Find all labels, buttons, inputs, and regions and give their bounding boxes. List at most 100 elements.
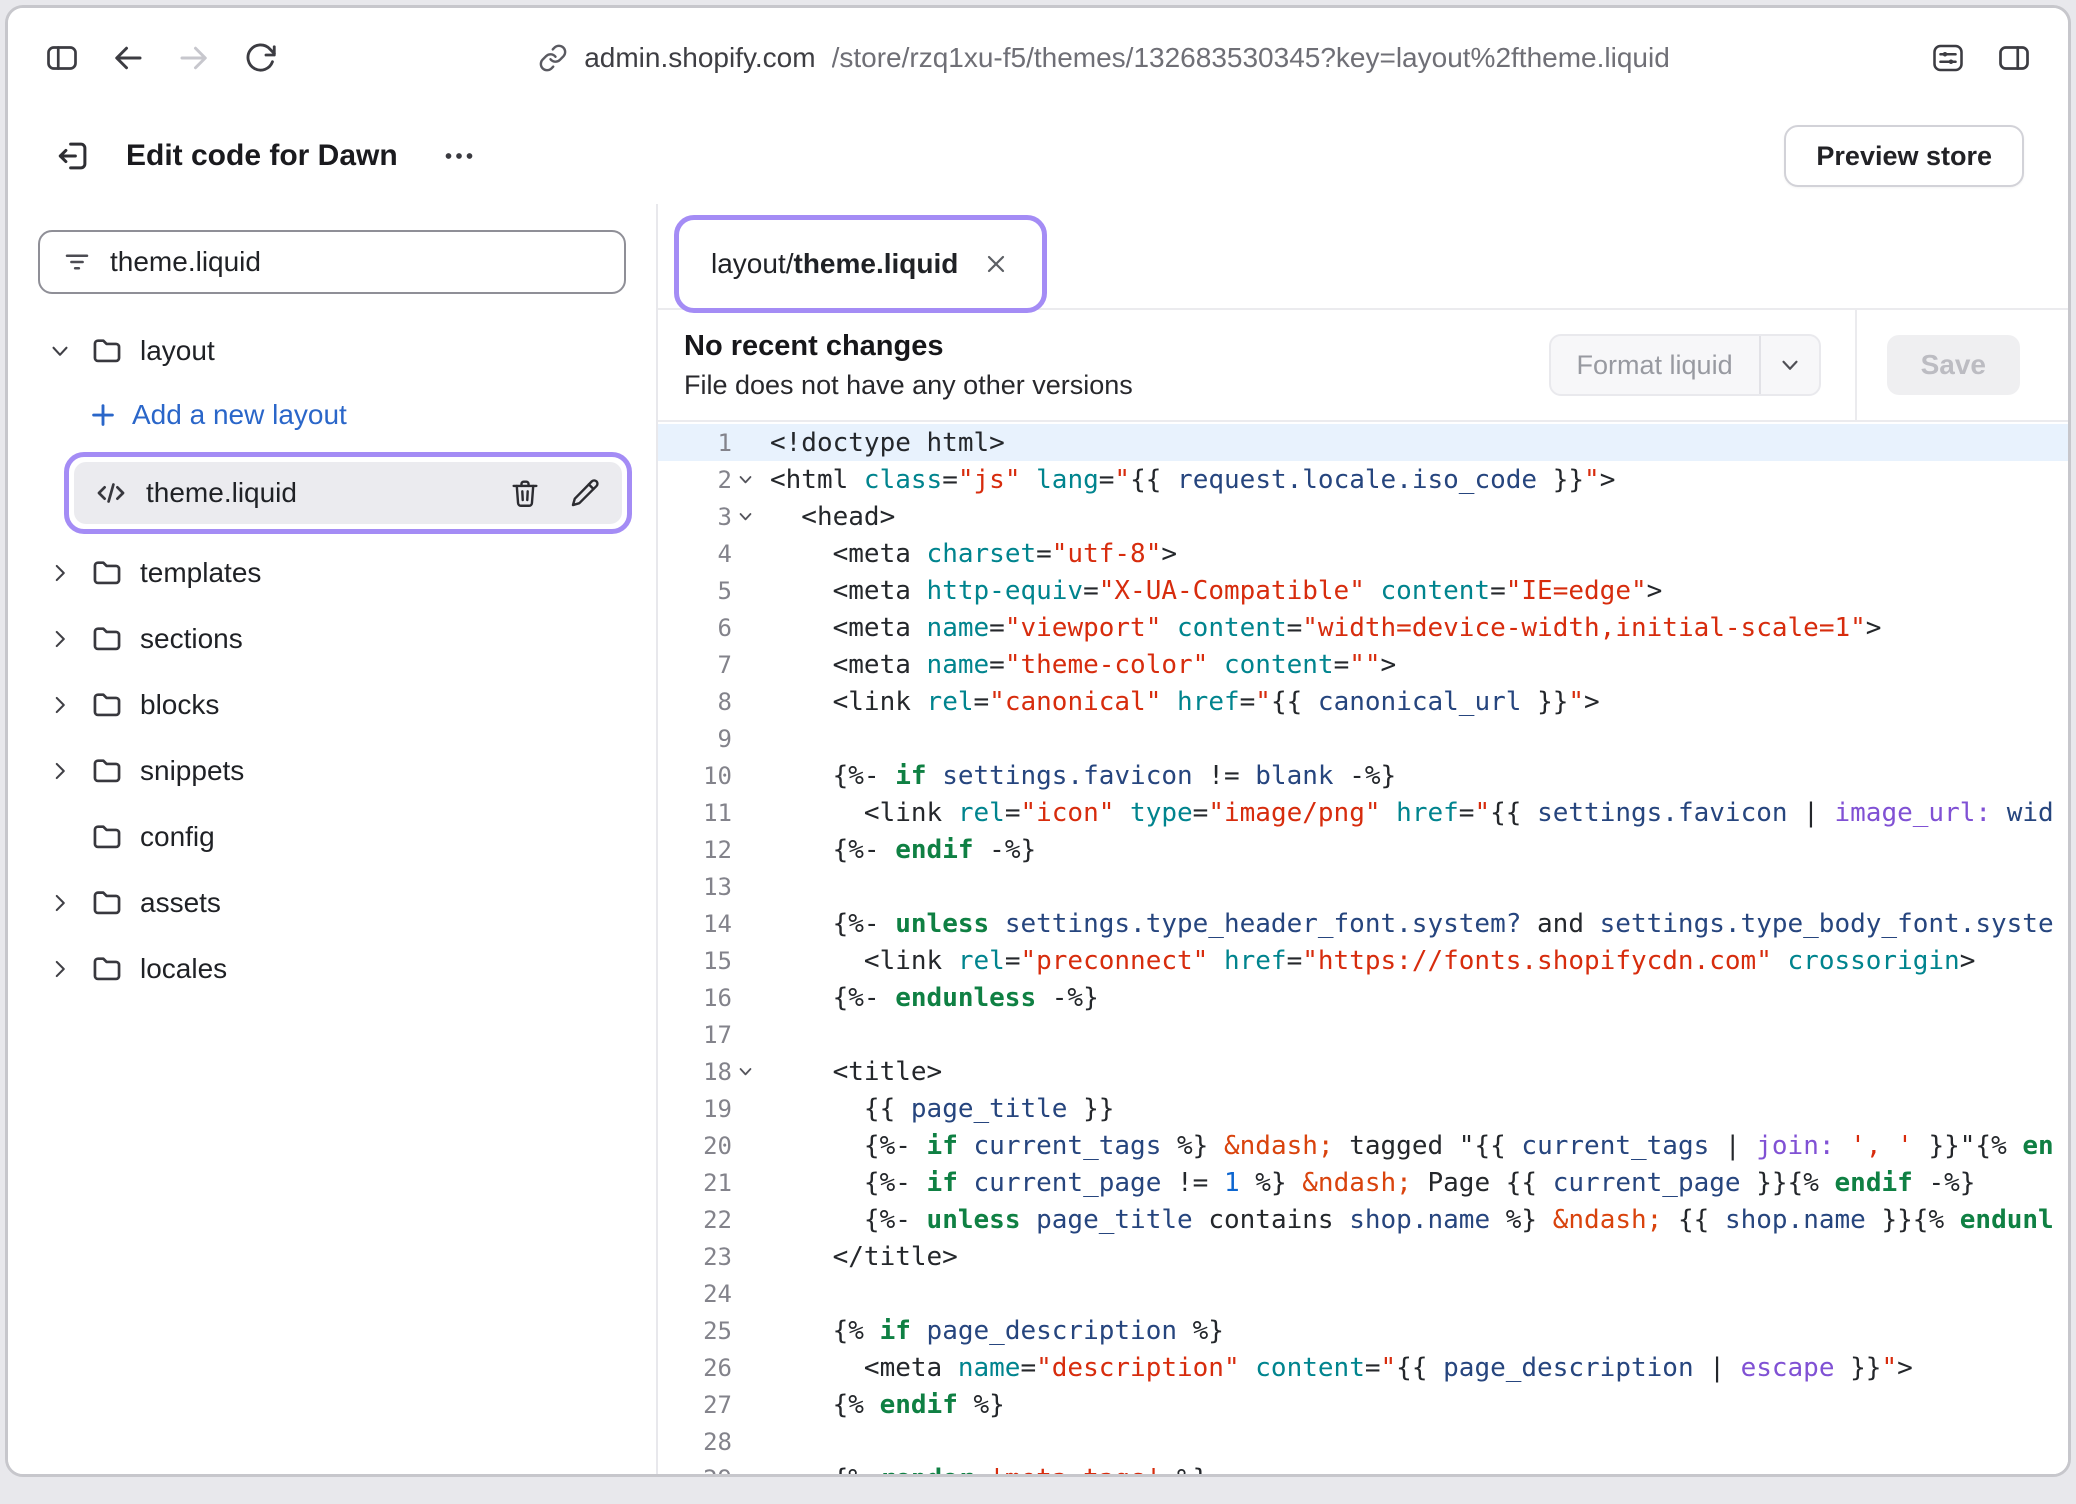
line-number: 12 <box>658 836 758 864</box>
chevron-right-icon <box>46 757 74 785</box>
close-tab-icon[interactable] <box>982 250 1010 278</box>
sidebar-item-label: layout <box>140 335 215 367</box>
save-button[interactable]: Save <box>1887 335 2020 395</box>
line-number: 20 <box>658 1132 758 1160</box>
code-line-text[interactable]: <!doctype html> <box>758 428 2068 458</box>
back-button[interactable] <box>102 32 154 84</box>
fold-spacer <box>732 430 758 456</box>
fold-toggle-icon[interactable] <box>732 1059 758 1085</box>
fold-spacer <box>732 800 758 826</box>
browser-settings-icon[interactable] <box>1922 32 1974 84</box>
fold-spacer <box>732 1466 758 1475</box>
fold-spacer <box>732 578 758 604</box>
sidebar-item-sections[interactable]: sections <box>8 606 656 672</box>
status-title: No recent changes <box>684 330 1549 363</box>
tab-theme-liquid[interactable]: layout/theme.liquid <box>685 226 1036 302</box>
code-line-text[interactable]: {%- if current_page != 1 %} &ndash; Page… <box>758 1168 2068 1198</box>
editor-main: layout/theme.liquid No recent changes Fi… <box>658 204 2068 1474</box>
code-line-text[interactable]: <meta name="description" content="{{ pag… <box>758 1353 2068 1383</box>
rename-file-icon[interactable] <box>568 476 602 510</box>
fold-spacer <box>732 541 758 567</box>
code-editor[interactable]: 1<!doctype html>2<html class="js" lang="… <box>658 422 2068 1474</box>
sidebar-item-label: sections <box>140 623 243 655</box>
fold-toggle-icon[interactable] <box>732 467 758 493</box>
line-number: 6 <box>658 614 758 642</box>
code-line: 6 <meta name="viewport" content="width=d… <box>658 609 2068 646</box>
plus-icon <box>88 400 118 430</box>
tab-file-name: theme.liquid <box>794 248 959 279</box>
code-line-text[interactable]: {% endif %} <box>758 1390 2068 1420</box>
delete-file-icon[interactable] <box>508 476 542 510</box>
code-line-text[interactable]: {%- if current_tags %} &ndash; tagged "{… <box>758 1131 2068 1161</box>
sidebar-item-config[interactable]: config <box>8 804 656 870</box>
sidebar-item-layout[interactable]: layout <box>8 318 656 384</box>
preview-store-button[interactable]: Preview store <box>1784 125 2024 187</box>
code-line-text[interactable]: <link rel="icon" type="image/png" href="… <box>758 798 2068 828</box>
sidebar-add-layout-link[interactable]: Add a new layout <box>8 384 656 446</box>
line-number: 19 <box>658 1095 758 1123</box>
code-line: 2<html class="js" lang="{{ request.local… <box>658 461 2068 498</box>
url-bar[interactable]: admin.shopify.com/store/rzq1xu-f5/themes… <box>300 42 1908 74</box>
code-line-text[interactable]: <meta charset="utf-8"> <box>758 539 2068 569</box>
code-line-text[interactable]: <title> <box>758 1057 2068 1087</box>
code-line-text[interactable]: {%- if settings.favicon != blank -%} <box>758 761 2068 791</box>
code-line-text[interactable]: {%- unless page_title contains shop.name… <box>758 1205 2068 1235</box>
chevron-right-icon <box>46 889 74 917</box>
tab-path-prefix: layout/ <box>711 248 794 279</box>
reload-button[interactable] <box>234 32 286 84</box>
annotation-ring-tab: layout/theme.liquid <box>674 215 1047 313</box>
app-header: Edit code for Dawn Preview store <box>8 108 2068 204</box>
fold-spacer <box>732 726 758 752</box>
code-line: 20 {%- if current_tags %} &ndash; tagged… <box>658 1127 2068 1164</box>
format-dropdown-chevron-icon[interactable] <box>1761 352 1819 378</box>
line-number: 4 <box>658 540 758 568</box>
code-line-text[interactable]: <link rel="canonical" href="{{ canonical… <box>758 687 2068 717</box>
code-line-text[interactable]: {% render 'meta-tags' %} <box>758 1464 2068 1475</box>
code-line-text[interactable]: {%- unless settings.type_header_font.sys… <box>758 909 2068 939</box>
code-line-text[interactable]: <head> <box>758 502 2068 532</box>
sidebar-item-assets[interactable]: assets <box>8 870 656 936</box>
fold-spacer <box>732 1429 758 1455</box>
code-line-text[interactable]: <link rel="preconnect" href="https://fon… <box>758 946 2068 976</box>
forward-button[interactable] <box>168 32 220 84</box>
file-search-box[interactable] <box>38 230 626 294</box>
sidebar-item-label: snippets <box>140 755 244 787</box>
fold-spacer <box>732 837 758 863</box>
sidebar-item-theme-liquid[interactable]: theme.liquid <box>74 462 622 524</box>
fold-spacer <box>732 689 758 715</box>
line-number: 25 <box>658 1317 758 1345</box>
fold-spacer <box>732 1355 758 1381</box>
sidebar-item-snippets[interactable]: snippets <box>8 738 656 804</box>
sidebar-item-blocks[interactable]: blocks <box>8 672 656 738</box>
sidebar-item-locales[interactable]: locales <box>8 936 656 1002</box>
exit-editor-button[interactable] <box>48 131 98 181</box>
sidebar-right-toggle-icon[interactable] <box>1988 32 2040 84</box>
code-line: 16 {%- endunless -%} <box>658 979 2068 1016</box>
content-area: layout Add a new layout theme.liquid templa… <box>8 204 2068 1474</box>
code-line: 18 <title> <box>658 1053 2068 1090</box>
sidebar-toggle-icon[interactable] <box>36 32 88 84</box>
format-liquid-button[interactable]: Format liquid <box>1549 334 1821 396</box>
code-line: 23 </title> <box>658 1238 2068 1275</box>
add-layout-label: Add a new layout <box>132 399 347 431</box>
file-search-input[interactable] <box>110 246 602 278</box>
sidebar-item-templates[interactable]: templates <box>8 540 656 606</box>
code-line-text[interactable]: {{ page_title }} <box>758 1094 2068 1124</box>
code-line: 15 <link rel="preconnect" href="https://… <box>658 942 2068 979</box>
code-line-text[interactable]: {%- endif -%} <box>758 835 2068 865</box>
code-line: 3 <head> <box>658 498 2068 535</box>
code-line-text[interactable]: <meta http-equiv="X-UA-Compatible" conte… <box>758 576 2068 606</box>
code-line-text[interactable]: <meta name="viewport" content="width=dev… <box>758 613 2068 643</box>
code-line-text[interactable]: <html class="js" lang="{{ request.locale… <box>758 465 2068 495</box>
line-number: 27 <box>658 1391 758 1419</box>
more-options-button[interactable] <box>432 136 486 176</box>
fold-spacer <box>732 1170 758 1196</box>
line-number: 2 <box>658 466 758 494</box>
code-line-text[interactable]: {% if page_description %} <box>758 1316 2068 1346</box>
version-status: No recent changes File does not have any… <box>658 330 1549 401</box>
folder-icon <box>90 754 124 788</box>
code-line-text[interactable]: </title> <box>758 1242 2068 1272</box>
code-line-text[interactable]: {%- endunless -%} <box>758 983 2068 1013</box>
fold-toggle-icon[interactable] <box>732 504 758 530</box>
code-line-text[interactable]: <meta name="theme-color" content=""> <box>758 650 2068 680</box>
